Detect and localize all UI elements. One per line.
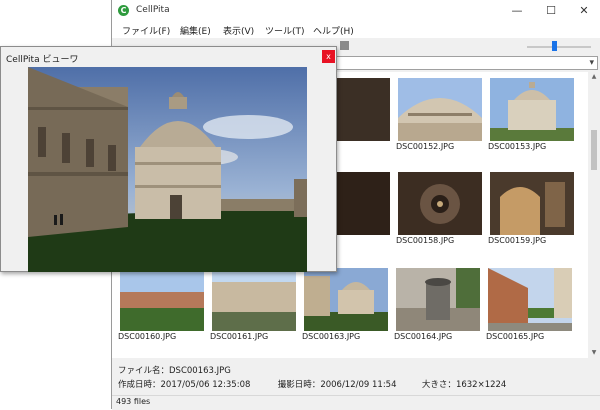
dates-row: 作成日時：2017/05/06 12:35:08 撮影日時：2006/12/09… xyxy=(118,378,506,390)
file-name-row: ファイル名：DSC00163.JPG xyxy=(118,364,231,376)
thumbnail-image xyxy=(396,268,480,331)
file-info-panel: ファイル名：DSC00163.JPG 作成日時：2017/05/06 12:35… xyxy=(112,358,600,395)
thumbnail-caption: DSC00164.JPG xyxy=(394,332,453,341)
vertical-scrollbar[interactable]: ▲ ▼ xyxy=(588,72,600,358)
thumbnail-caption: DSC00159.JPG xyxy=(488,236,547,245)
file-name-value: DSC00163.JPG xyxy=(169,366,231,376)
thumbnail-item[interactable]: DSC00152.JPG xyxy=(396,72,484,154)
thumbnail-caption: DSC00158.JPG xyxy=(396,236,455,245)
thumbnail-caption: DSC00152.JPG xyxy=(396,142,455,151)
taken-label: 撮影日時： xyxy=(277,380,321,390)
slider-handle[interactable] xyxy=(552,41,557,51)
maximize-button[interactable]: ☐ xyxy=(534,0,568,22)
thumbnail-item[interactable]: DSC00160.JPG xyxy=(118,262,206,344)
menu-edit[interactable]: 編集(E) xyxy=(180,24,211,37)
thumbnail-image xyxy=(120,268,204,331)
size-label: 大きさ： xyxy=(421,380,456,390)
scroll-up-icon[interactable]: ▲ xyxy=(589,72,599,82)
thumbnail-caption: DSC00160.JPG xyxy=(118,332,177,341)
thumbnail-item[interactable]: DSC00163.JPG xyxy=(302,262,390,344)
thumbnail-item[interactable]: DSC00164.JPG xyxy=(394,262,482,344)
viewer-title: CellPita ビューワ xyxy=(6,55,79,65)
menu-view[interactable]: 表示(V) xyxy=(223,24,254,37)
thumbnail-image xyxy=(398,78,482,141)
viewer-image xyxy=(28,67,307,272)
thumbnail-item[interactable]: DSC00159.JPG xyxy=(488,166,576,248)
thumbnail-caption: DSC00163.JPG xyxy=(302,332,361,341)
file-count: 493 files xyxy=(116,397,151,406)
scroll-down-icon[interactable]: ▼ xyxy=(589,348,599,358)
menu-file[interactable]: ファイル(F) xyxy=(122,24,170,37)
scrollbar-thumb[interactable] xyxy=(591,130,597,170)
thumbnail-image xyxy=(490,78,574,141)
app-logo-icon: C xyxy=(118,5,129,16)
close-button[interactable]: ✕ xyxy=(567,0,600,22)
path-combobox[interactable]: ▾ xyxy=(336,56,598,70)
chevron-down-icon[interactable]: ▾ xyxy=(589,57,594,69)
menu-help[interactable]: ヘルプ(H) xyxy=(313,24,354,37)
toolbar-icon[interactable] xyxy=(340,41,349,50)
thumbnail-size-slider[interactable] xyxy=(527,46,591,48)
thumbnail-image xyxy=(490,172,574,235)
status-bar: 493 files xyxy=(112,395,600,410)
thumbnail-item[interactable]: DSC00158.JPG xyxy=(396,166,484,248)
viewer-window[interactable]: CellPita ビューワ x xyxy=(0,46,337,272)
size-value: 1632×1224 xyxy=(455,380,507,390)
thumbnail-item[interactable]: DSC00153.JPG xyxy=(488,72,576,154)
app-title: CellPita xyxy=(136,5,170,15)
created-value: 2017/05/06 12:35:08 xyxy=(160,380,251,390)
thumbnail-image xyxy=(398,172,482,235)
thumbnail-caption: DSC00165.JPG xyxy=(486,332,545,341)
created-label: 作成日時： xyxy=(118,380,161,390)
thumbnail-item[interactable]: DSC00161.JPG xyxy=(210,262,298,344)
title-bar: C CellPita — ☐ ✕ xyxy=(112,0,600,22)
file-name-label: ファイル名： xyxy=(118,366,170,376)
viewer-close-button[interactable]: x xyxy=(322,50,335,63)
thumbnail-item[interactable]: DSC00165.JPG xyxy=(486,262,574,344)
thumbnail-caption: DSC00153.JPG xyxy=(488,142,547,151)
thumbnail-image xyxy=(488,268,572,331)
menu-tools[interactable]: ツール(T) xyxy=(265,24,305,37)
thumbnail-caption: DSC00161.JPG xyxy=(210,332,269,341)
taken-value: 2006/12/09 11:54 xyxy=(320,380,397,390)
minimize-button[interactable]: — xyxy=(500,0,534,22)
menu-bar: ファイル(F) 編集(E) 表示(V) ツール(T) ヘルプ(H) xyxy=(112,22,600,38)
thumbnail-image xyxy=(304,268,388,331)
thumbnail-image xyxy=(212,268,296,331)
